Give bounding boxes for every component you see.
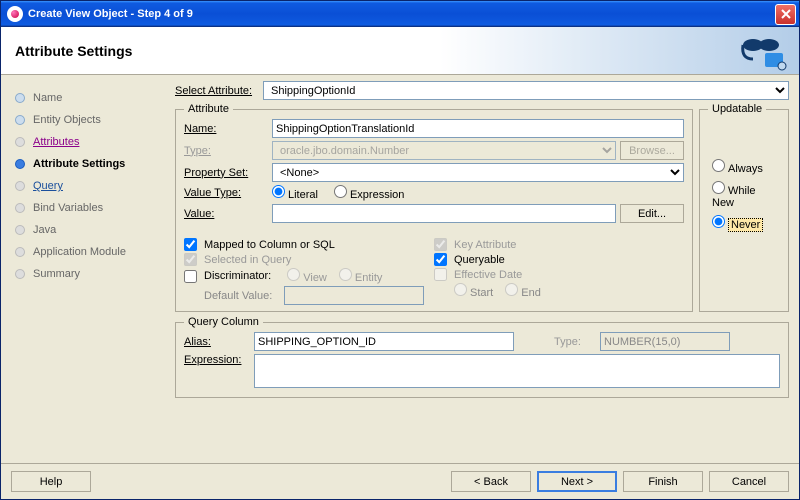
app-icon — [7, 6, 23, 22]
value-type-label: Value Type: — [184, 187, 272, 199]
default-value-label: Default Value: — [204, 290, 272, 302]
effective-date-checkbox — [434, 268, 447, 281]
expression-field[interactable] — [254, 354, 780, 388]
content-pane: Select Attribute: ShippingOptionId Attri… — [171, 75, 799, 463]
type-label: Type: — [184, 145, 272, 157]
step-query[interactable]: Query — [15, 175, 167, 197]
header-decoration-icon — [731, 31, 791, 71]
step-application-module[interactable]: Application Module — [15, 241, 167, 263]
select-attribute-label: Select Attribute: — [175, 85, 263, 97]
dialog-window: Create View Object - Step 4 of 9 Attribu… — [0, 0, 800, 500]
wizard-steps: Name Entity Objects Attributes Attribute… — [1, 75, 171, 463]
view-radio: View — [287, 268, 327, 284]
browse-button: Browse... — [620, 141, 684, 160]
updatable-legend: Updatable — [708, 103, 766, 115]
back-button[interactable]: < Back — [451, 471, 531, 492]
titlebar: Create View Object - Step 4 of 9 — [1, 1, 799, 27]
end-radio: End — [505, 283, 541, 299]
query-column-legend: Query Column — [184, 316, 263, 328]
key-attribute-checkbox — [434, 238, 447, 251]
query-column-group: Query Column Alias: Type: Expression: — [175, 316, 789, 398]
qc-type-label: Type: — [554, 336, 600, 348]
select-attribute-dropdown[interactable]: ShippingOptionId — [263, 81, 789, 100]
never-radio[interactable]: Never — [712, 215, 776, 231]
expression-radio[interactable]: Expression — [334, 185, 404, 201]
entity-radio: Entity — [339, 268, 383, 284]
step-attributes[interactable]: Attributes — [15, 131, 167, 153]
qc-type-field — [600, 332, 730, 351]
window-title: Create View Object - Step 4 of 9 — [28, 8, 775, 20]
step-java[interactable]: Java — [15, 219, 167, 241]
property-set-label: Property Set: — [184, 167, 272, 179]
edit-button[interactable]: Edit... — [620, 204, 684, 223]
alias-label: Alias: — [184, 336, 254, 348]
value-label: Value: — [184, 208, 272, 220]
attribute-legend: Attribute — [184, 103, 233, 115]
name-field[interactable] — [272, 119, 684, 138]
finish-button[interactable]: Finish — [623, 471, 703, 492]
step-bind-variables[interactable]: Bind Variables — [15, 197, 167, 219]
close-button[interactable] — [775, 4, 796, 25]
page-title: Attribute Settings — [15, 43, 132, 59]
while-new-radio[interactable]: While New — [712, 181, 776, 209]
selected-in-query-checkbox — [184, 253, 197, 266]
value-field[interactable] — [272, 204, 616, 223]
step-summary[interactable]: Summary — [15, 263, 167, 285]
discriminator-checkbox[interactable] — [184, 270, 197, 283]
expression-label: Expression: — [184, 354, 254, 366]
alias-field[interactable] — [254, 332, 514, 351]
start-radio: Start — [454, 283, 493, 299]
step-entity-objects[interactable]: Entity Objects — [15, 109, 167, 131]
mapped-checkbox[interactable] — [184, 238, 197, 251]
button-bar: Help < Back Next > Finish Cancel — [1, 463, 799, 499]
help-button[interactable]: Help — [11, 471, 91, 492]
step-name[interactable]: Name — [15, 87, 167, 109]
type-dropdown: oracle.jbo.domain.Number — [272, 141, 616, 160]
default-value-field — [284, 286, 424, 305]
name-label: Name: — [184, 123, 272, 135]
property-set-dropdown[interactable]: <None> — [272, 163, 684, 182]
next-button[interactable]: Next > — [537, 471, 617, 492]
header-banner: Attribute Settings — [1, 27, 799, 75]
close-icon — [781, 9, 791, 19]
attribute-group: Attribute Name: Type: oracle.jbo.domain.… — [175, 103, 693, 312]
step-attribute-settings[interactable]: Attribute Settings — [15, 153, 167, 175]
updatable-group: Updatable Always While New Never — [699, 103, 789, 312]
always-radio[interactable]: Always — [712, 159, 776, 175]
queryable-checkbox[interactable] — [434, 253, 447, 266]
literal-radio[interactable]: Literal — [272, 185, 318, 201]
cancel-button[interactable]: Cancel — [709, 471, 789, 492]
